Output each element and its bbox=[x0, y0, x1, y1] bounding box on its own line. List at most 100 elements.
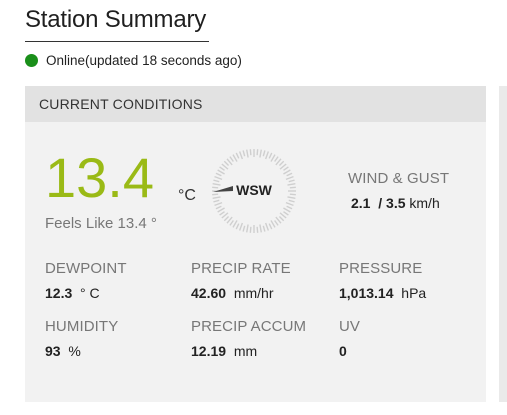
uv-value: 0 bbox=[339, 343, 347, 359]
station-status: Online(updated 18 seconds ago) bbox=[25, 53, 242, 68]
compass-tick bbox=[256, 226, 259, 233]
compass-tick bbox=[287, 196, 296, 199]
compass-tick bbox=[264, 222, 270, 231]
compass-tick bbox=[212, 183, 221, 186]
precip-accum-unit: mm bbox=[233, 343, 258, 359]
wind-gust: / 3.5 bbox=[378, 195, 406, 211]
dewpoint-number: 12.3 bbox=[45, 285, 73, 301]
compass-tick bbox=[283, 169, 291, 175]
dewpoint-value: 12.3 ° C bbox=[45, 285, 100, 301]
compass-tick bbox=[232, 154, 238, 162]
compass-tick bbox=[219, 166, 225, 171]
compass-tick bbox=[262, 225, 266, 232]
feels-like: Feels Like 13.4 ° bbox=[45, 215, 157, 232]
compass-tick bbox=[212, 186, 219, 189]
compass-tick bbox=[246, 224, 249, 233]
precip-rate-value: 42.60 mm/hr bbox=[191, 285, 274, 301]
status-text: Online(updated 18 seconds ago) bbox=[46, 53, 242, 68]
humidity-label: HUMIDITY bbox=[45, 318, 119, 335]
compass-tick bbox=[223, 160, 230, 167]
pressure-number: 1,013.14 bbox=[339, 285, 394, 301]
compass-tick bbox=[217, 169, 225, 175]
precip-rate-number: 42.60 bbox=[191, 285, 227, 301]
compass-tick bbox=[242, 225, 246, 232]
compass-tick bbox=[286, 205, 293, 210]
compass-tick bbox=[249, 226, 252, 233]
compass-tick bbox=[232, 220, 238, 228]
compass-tick bbox=[286, 172, 293, 177]
compass-tick bbox=[259, 149, 262, 158]
compass-tick bbox=[289, 186, 296, 189]
card-header: CURRENT CONDITIONS bbox=[25, 86, 486, 122]
compass-tick bbox=[283, 166, 289, 171]
compass-tick bbox=[289, 193, 296, 196]
compass-tick bbox=[274, 220, 279, 226]
next-card-edge bbox=[499, 86, 507, 402]
current-conditions-card: CURRENT CONDITIONS 13.4 °C Feels Like 13… bbox=[25, 86, 486, 402]
precip-rate-unit: mm/hr bbox=[233, 285, 274, 301]
pressure-value: 1,013.14 hPa bbox=[339, 285, 426, 301]
compass-tick bbox=[242, 150, 246, 157]
compass-tick bbox=[288, 179, 295, 183]
compass-tick bbox=[278, 215, 285, 222]
humidity-unit: % bbox=[68, 343, 81, 359]
compass-tick bbox=[285, 201, 294, 207]
uv-number: 0 bbox=[339, 343, 347, 359]
compass-tick bbox=[214, 201, 223, 207]
page-title: Station Summary bbox=[25, 6, 207, 33]
temperature-value: 13.4 bbox=[45, 146, 154, 209]
wind-gust-label: WIND & GUST bbox=[348, 170, 450, 187]
compass-tick bbox=[259, 224, 262, 233]
compass-tick bbox=[285, 175, 294, 181]
humidity-number: 93 bbox=[45, 343, 61, 359]
compass-tick bbox=[215, 205, 222, 210]
title-underline bbox=[25, 41, 209, 42]
humidity-value: 93 % bbox=[45, 343, 81, 359]
compass-tick bbox=[268, 223, 273, 230]
compass-tick bbox=[238, 151, 244, 160]
compass-tick bbox=[283, 207, 291, 213]
wind-unit: km/h bbox=[409, 195, 440, 211]
compass-tick bbox=[223, 215, 230, 222]
precip-accum-number: 12.19 bbox=[191, 343, 227, 359]
wind-direction-pointer bbox=[213, 186, 233, 192]
compass-tick bbox=[219, 211, 225, 216]
compass-tick bbox=[246, 149, 249, 158]
pressure-label: PRESSURE bbox=[339, 260, 423, 277]
compass-tick bbox=[212, 196, 221, 199]
compass-tick bbox=[270, 154, 276, 162]
wind-speed: 2.1 bbox=[351, 195, 371, 211]
temperature-unit: °C bbox=[178, 187, 196, 204]
wind-direction: WSW bbox=[236, 182, 272, 198]
precip-rate-label: PRECIP RATE bbox=[191, 260, 291, 277]
online-status-icon bbox=[25, 54, 38, 67]
compass-tick bbox=[238, 222, 244, 231]
compass-tick bbox=[213, 199, 220, 203]
compass-tick bbox=[287, 183, 296, 186]
compass-tick bbox=[235, 223, 240, 230]
compass-tick bbox=[262, 150, 266, 157]
compass-tick bbox=[264, 151, 270, 160]
compass-tick bbox=[283, 211, 289, 216]
compass-tick bbox=[235, 152, 240, 159]
compass-tick bbox=[278, 160, 285, 167]
compass-tick bbox=[215, 172, 222, 177]
compass-tick bbox=[229, 156, 234, 162]
compass-tick bbox=[268, 152, 273, 159]
compass-tick bbox=[229, 220, 234, 226]
precip-accum-value: 12.19 mm bbox=[191, 343, 257, 359]
precip-accum-label: PRECIP ACCUM bbox=[191, 318, 307, 335]
compass-tick bbox=[270, 220, 276, 228]
pressure-unit: hPa bbox=[401, 285, 427, 301]
dewpoint-label: DEWPOINT bbox=[45, 260, 127, 277]
uv-label: UV bbox=[339, 318, 361, 335]
compass-tick bbox=[274, 156, 279, 162]
wind-gust-value: 2.1 / 3.5 km/h bbox=[351, 195, 440, 211]
compass-tick bbox=[212, 193, 219, 196]
compass-tick bbox=[249, 149, 252, 156]
compass-tick bbox=[256, 149, 259, 156]
compass-tick bbox=[213, 179, 220, 183]
compass-tick bbox=[288, 199, 295, 203]
dewpoint-unit: ° C bbox=[80, 285, 100, 301]
compass-tick bbox=[217, 207, 225, 213]
